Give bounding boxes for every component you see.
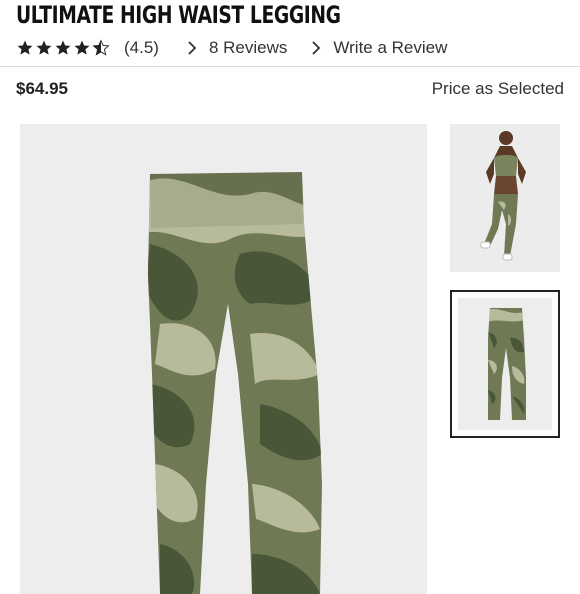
- product-title: ULTIMATE HIGH WAIST LEGGING: [16, 1, 341, 29]
- model-image: [450, 124, 560, 272]
- chevron-right-icon: [312, 41, 321, 55]
- thumbnail-product-view[interactable]: [450, 290, 560, 438]
- star-rating[interactable]: [16, 39, 110, 57]
- write-review-label: Write a Review: [333, 38, 448, 57]
- star-icon: [55, 40, 71, 55]
- rating-bar: (4.5) 8 Reviews Write a Review: [16, 36, 471, 60]
- legging-thumb-image: [458, 298, 552, 430]
- reviews-label: 8 Reviews: [208, 38, 288, 57]
- divider: [0, 66, 580, 67]
- thumbnail-image-wrapper: [458, 298, 552, 430]
- star-icon: [74, 40, 90, 55]
- rating-value: (4.5): [124, 38, 159, 57]
- price-note: Price as Selected: [431, 79, 564, 98]
- star-icon: [36, 40, 52, 55]
- main-product-image[interactable]: [20, 124, 427, 594]
- price: $64.95: [16, 79, 68, 98]
- thumbnail-model-view[interactable]: [450, 124, 560, 272]
- star-icon: [17, 40, 33, 55]
- reviews-link[interactable]: 8 Reviews: [187, 38, 287, 58]
- write-review-link[interactable]: Write a Review: [311, 38, 447, 58]
- chevron-right-icon: [188, 41, 197, 55]
- camo-legging-image: [20, 124, 427, 594]
- half-star-icon: [92, 39, 110, 56]
